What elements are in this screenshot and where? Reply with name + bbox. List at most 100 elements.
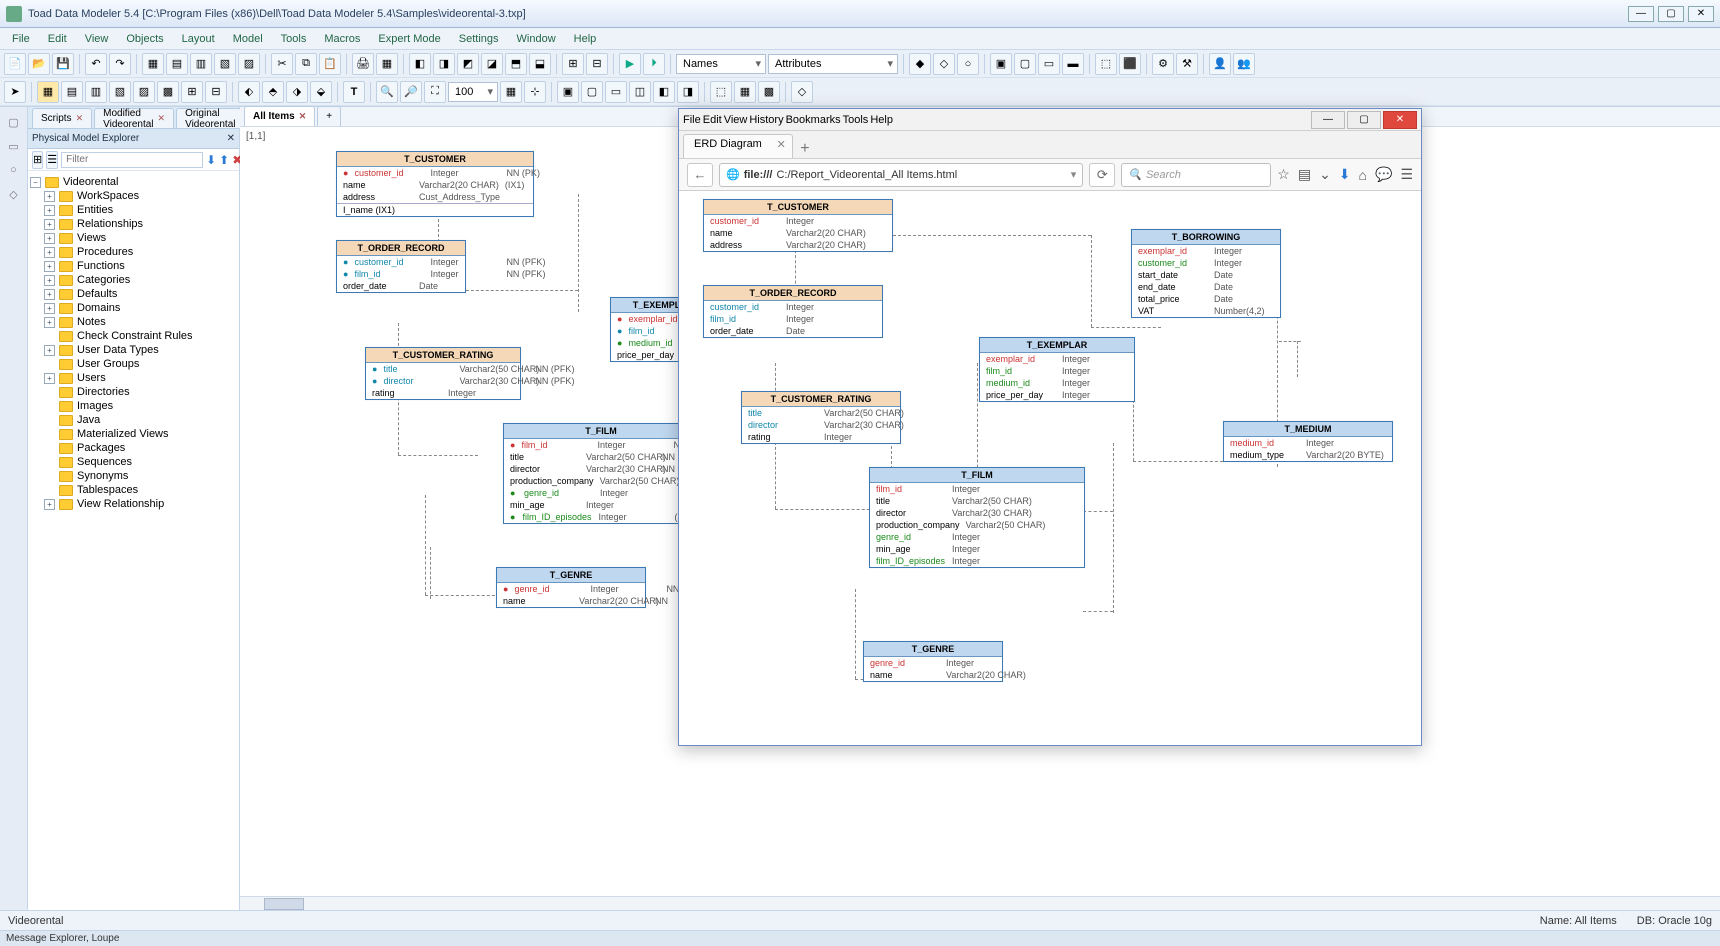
tree-node-categories[interactable]: +Categories [30,273,237,287]
list-icon[interactable]: ▤ [1298,166,1311,183]
pocket-icon[interactable]: ⌄ [1319,166,1331,183]
layout-b[interactable]: ▤ [61,81,83,103]
pointer-icon[interactable]: ➤ [4,81,26,103]
zoom-in-icon[interactable]: 🔍 [376,81,398,103]
misc-d[interactable]: ◫ [629,81,651,103]
list-icon[interactable]: ☰ [46,151,58,169]
tool-i[interactable]: ◪ [481,53,503,75]
tool-c[interactable]: ▥ [190,53,212,75]
paste-icon[interactable]: 📋 [319,53,341,75]
filter-input[interactable] [61,152,203,168]
layout-e[interactable]: ▨ [133,81,155,103]
misc-f[interactable]: ◨ [677,81,699,103]
tool-q[interactable]: ▣ [990,53,1012,75]
ls-1[interactable]: ▢ [5,113,23,131]
br-entity-t-medium[interactable]: T_MEDIUMmedium_idIntegermedium_typeVarch… [1223,421,1393,462]
users-icon[interactable]: 👥 [1233,53,1255,75]
ls-3[interactable]: ○ [5,161,23,179]
browser-tab-erd[interactable]: ERD Diagram ✕ [683,134,793,158]
expander-icon[interactable]: + [44,275,55,286]
browser-menu-help[interactable]: Help [870,114,893,126]
menu-tools[interactable]: Tools [273,31,315,47]
tool-e[interactable]: ▨ [238,53,260,75]
br-entity-t-genre[interactable]: T_GENREgenre_idIntegernameVarchar2(20 CH… [863,641,1003,682]
menu-settings[interactable]: Settings [451,31,507,47]
url-input[interactable]: 🌐 file:/// C:/Report_Videorental_All Ite… [719,163,1083,187]
menu-model[interactable]: Model [225,31,271,47]
sub-tab-all-items[interactable]: All Items✕ [244,106,315,126]
tool-n[interactable]: ◆ [909,53,931,75]
tool-x[interactable]: ⚒ [1176,53,1198,75]
browser-content[interactable]: T_CUSTOMERcustomer_idIntegernameVarchar2… [679,191,1421,745]
snap-icon[interactable]: ⊹ [524,81,546,103]
tab-close-icon[interactable]: ✕ [158,113,166,124]
tree-node-users[interactable]: +Users [30,371,237,385]
maximize-button[interactable]: ▢ [1658,6,1684,22]
misc-c[interactable]: ▭ [605,81,627,103]
home-icon[interactable]: ⌂ [1359,167,1367,183]
minimize-button[interactable]: — [1628,6,1654,22]
ls-2[interactable]: ▭ [5,137,23,155]
reload-button[interactable]: ⟳ [1089,163,1115,187]
tool-u[interactable]: ⬚ [1095,53,1117,75]
misc-g[interactable]: ⬚ [710,81,732,103]
layout-c[interactable]: ▥ [85,81,107,103]
print-icon[interactable]: 🖨 [352,53,374,75]
tree-node-domains[interactable]: +Domains [30,301,237,315]
names-combo[interactable]: Names [676,54,766,74]
close-button[interactable]: ✕ [1688,6,1714,22]
tool-m[interactable]: ⊟ [586,53,608,75]
layout-f[interactable]: ▩ [157,81,179,103]
align-t[interactable]: ⬙ [310,81,332,103]
hamburger-icon[interactable]: ☰ [1400,166,1413,183]
copy-icon[interactable]: ⧉ [295,53,317,75]
tab-close-icon[interactable]: ✕ [299,111,307,122]
tree-node-sequences[interactable]: Sequences [30,455,237,469]
doc-tab-modified-videorental[interactable]: Modified Videorental✕ [94,108,174,128]
expander-icon[interactable]: + [44,345,55,356]
tree-root[interactable]: −Videorental [30,175,237,189]
expander-icon[interactable]: + [44,247,55,258]
menu-expert-mode[interactable]: Expert Mode [370,31,448,47]
br-entity-t-customer[interactable]: T_CUSTOMERcustomer_idIntegernameVarchar2… [703,199,893,252]
tree-node-view-relationship[interactable]: +View Relationship [30,497,237,511]
entity-t-customer-rating[interactable]: T_CUSTOMER_RATING●titleVarchar2(50 CHAR)… [365,347,521,400]
star-icon[interactable]: ☆ [1277,166,1290,183]
download-icon[interactable]: ⬇ [1339,166,1351,183]
tool-v[interactable]: ⬛ [1119,53,1141,75]
entity-t-film[interactable]: T_FILM●film_idIntegerNN (PK)titleVarchar… [503,423,699,524]
br-entity-t-order-record[interactable]: T_ORDER_RECORDcustomer_idIntegerfilm_idI… [703,285,883,338]
user-icon[interactable]: 👤 [1209,53,1231,75]
redo-icon[interactable]: ↷ [109,53,131,75]
menu-layout[interactable]: Layout [174,31,223,47]
browser-menu-history[interactable]: History [749,114,783,126]
canvas-scrollbar[interactable] [240,896,1720,910]
layout-a[interactable]: ▦ [37,81,59,103]
run2-icon[interactable]: ⏵ [643,53,665,75]
grid2-icon[interactable]: ▦ [500,81,522,103]
arrow-down-icon[interactable]: ⬇ [206,153,216,167]
menu-window[interactable]: Window [509,31,564,47]
tool-h[interactable]: ◩ [457,53,479,75]
br-entity-t-borrowing[interactable]: T_BORROWINGexemplar_idIntegercustomer_id… [1131,229,1281,318]
tree-node-notes[interactable]: +Notes [30,315,237,329]
tree-node-synonyms[interactable]: Synonyms [30,469,237,483]
tool-g[interactable]: ◨ [433,53,455,75]
new-tab-button[interactable]: + [793,140,817,158]
browser-menu-tools[interactable]: Tools [843,114,869,126]
br-entity-t-film[interactable]: T_FILMfilm_idIntegertitleVarchar2(50 CHA… [869,467,1085,568]
save-icon[interactable]: 💾 [52,53,74,75]
run-icon[interactable]: ▶ [619,53,641,75]
dropdown-icon[interactable]: ▾ [1071,168,1077,181]
doc-tab-scripts[interactable]: Scripts✕ [32,108,92,128]
tree-node-user-data-types[interactable]: +User Data Types [30,343,237,357]
search-input[interactable]: 🔍 Search [1121,163,1271,187]
attributes-combo[interactable]: Attributes [768,54,898,74]
ls-4[interactable]: ◇ [5,185,23,203]
arrow-up-icon[interactable]: ⬆ [219,153,229,167]
tool-l[interactable]: ⊞ [562,53,584,75]
tool-j[interactable]: ⬒ [505,53,527,75]
add-tab-button[interactable]: + [317,106,341,126]
misc-a[interactable]: ▣ [557,81,579,103]
tree-icon[interactable]: ⊞ [32,151,43,169]
